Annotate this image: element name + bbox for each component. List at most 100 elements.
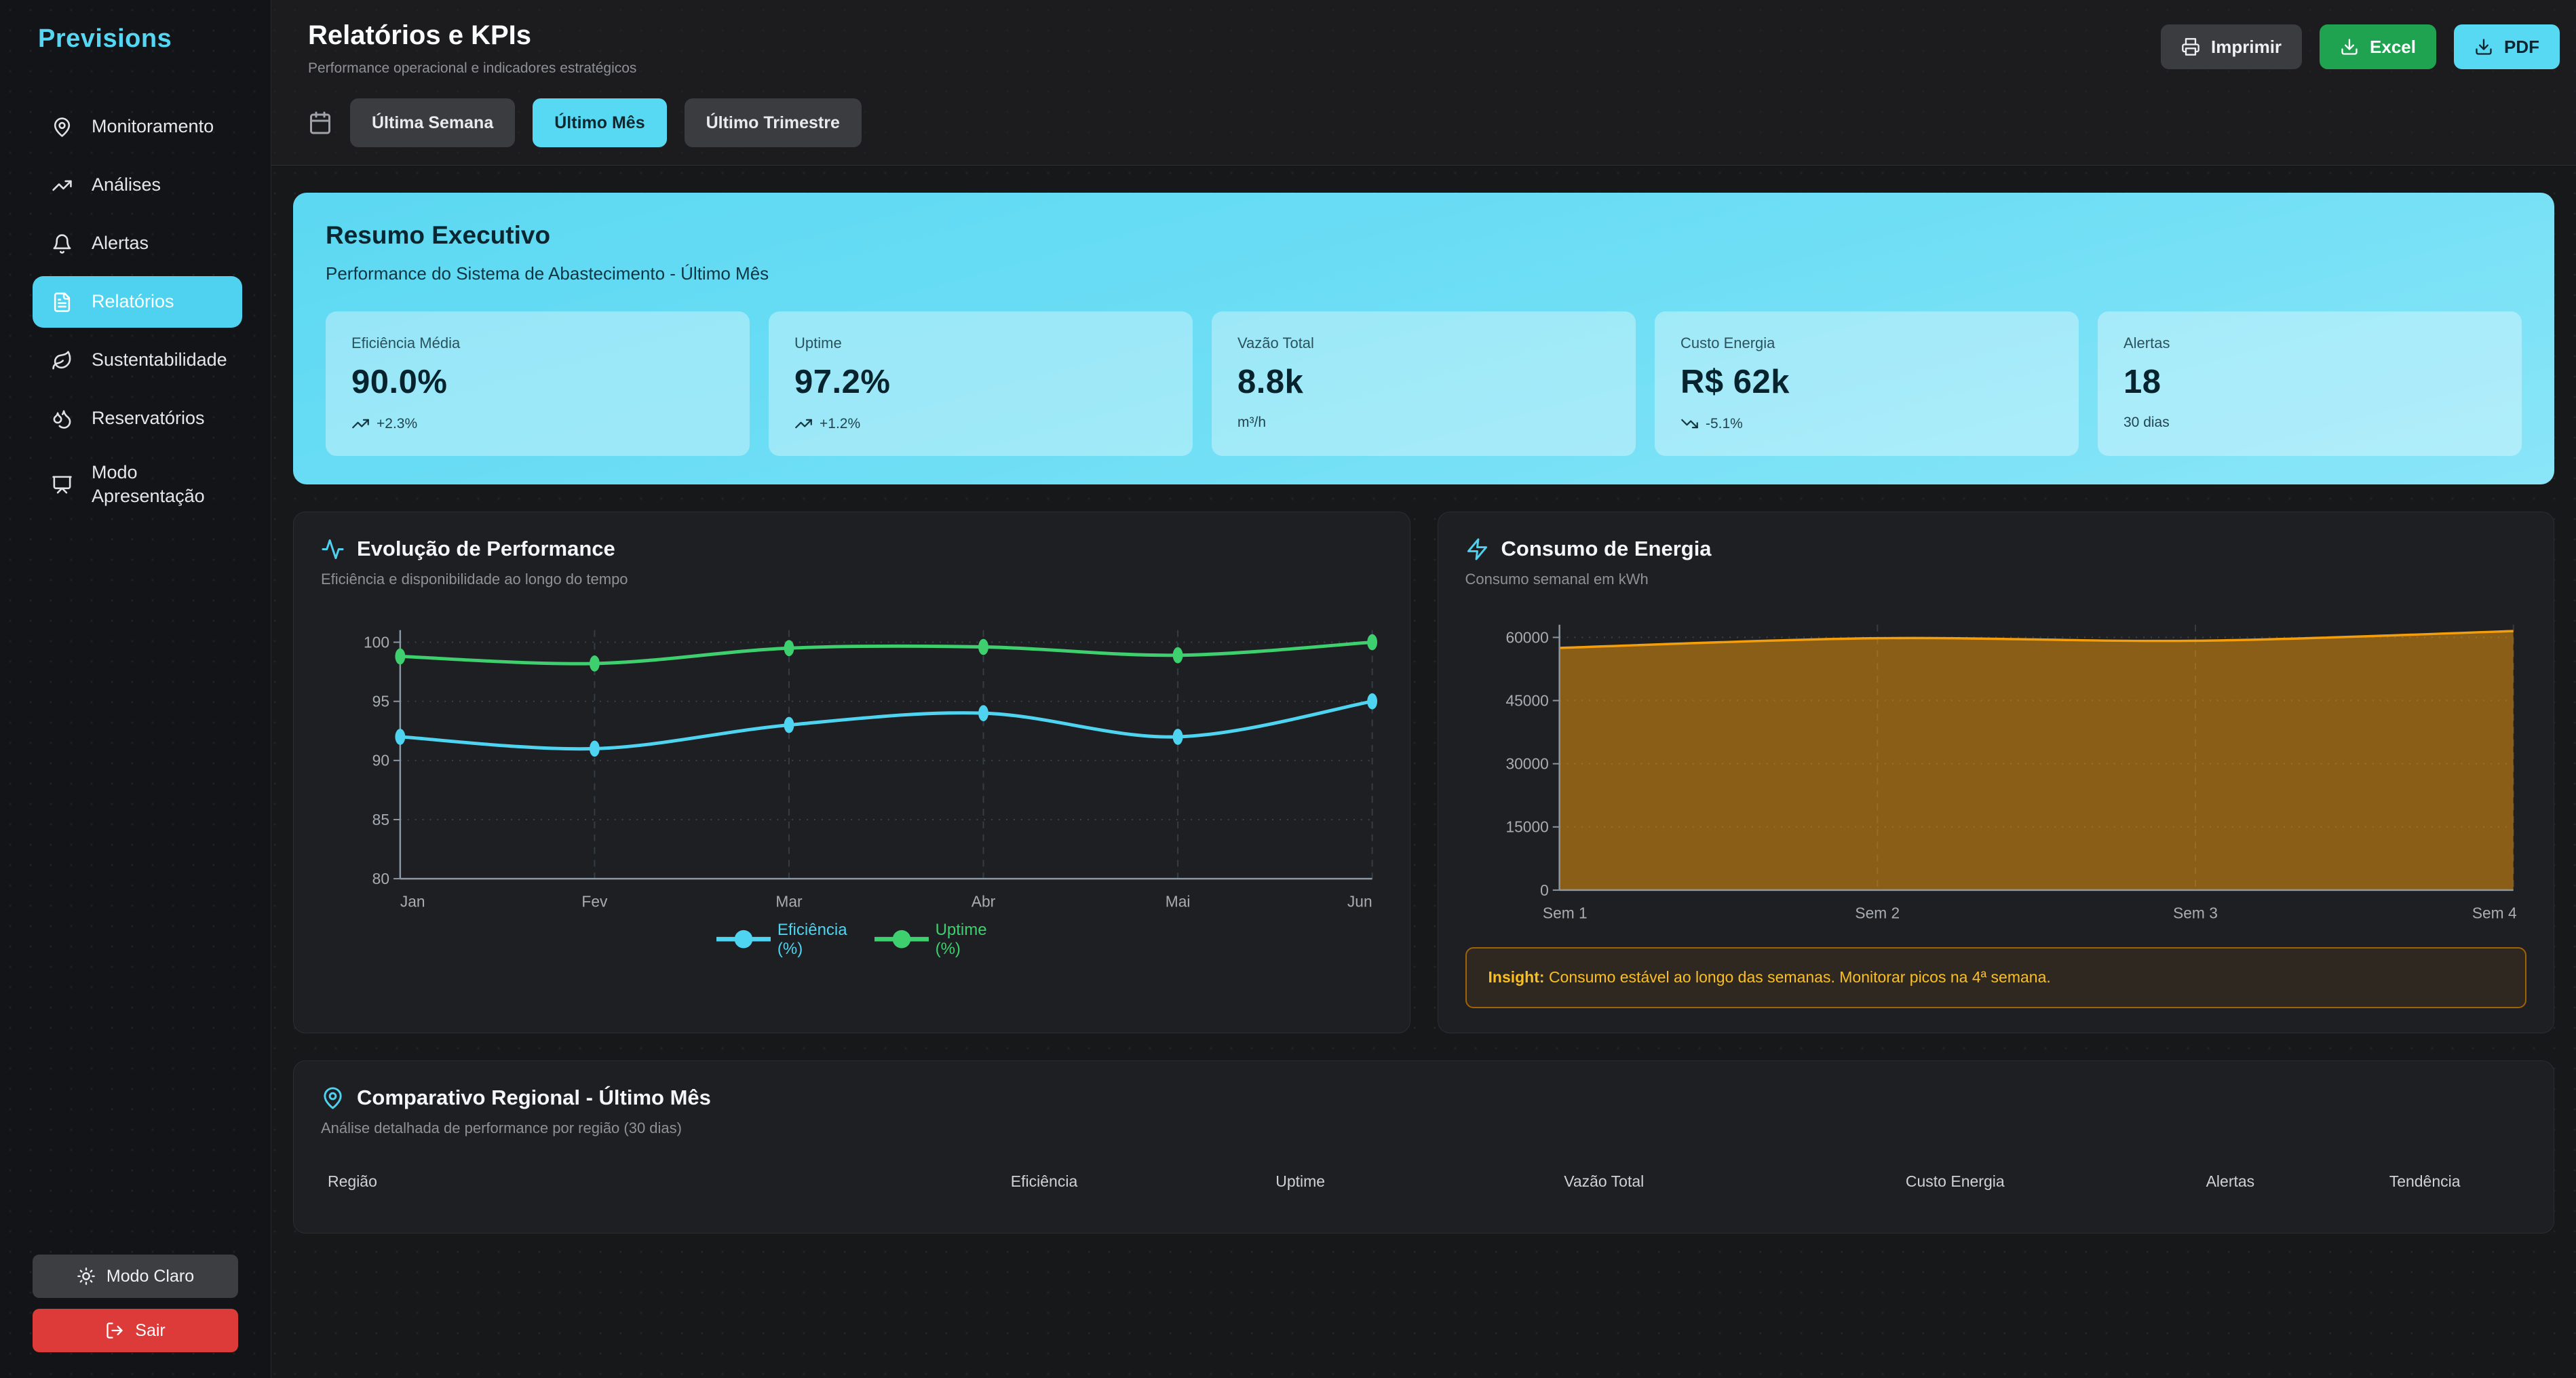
activity-icon xyxy=(321,537,345,561)
col-custo-energia: Custo Energia xyxy=(1780,1172,2131,1191)
svg-text:0: 0 xyxy=(1540,881,1549,899)
kpi-value: 8.8k xyxy=(1237,363,1610,401)
print-label: Imprimir xyxy=(2211,37,2282,58)
sidebar-item-label: Monitoramento xyxy=(92,115,214,138)
sidebar-item-analises[interactable]: Análises xyxy=(33,159,242,211)
svg-text:90: 90 xyxy=(372,752,389,769)
chart-legend: Eficiência (%) Uptime (%) xyxy=(321,921,1383,959)
trending-up-icon xyxy=(351,415,370,433)
kpi-sub-value: -5.1% xyxy=(1706,416,1743,432)
sidebar: Previsions Monitoramento Análises Alerta… xyxy=(0,0,271,1378)
sidebar-item-label: Alertas xyxy=(92,231,149,255)
kpi-card-eficiencia: Eficiência Média 90.0% +2.3% xyxy=(326,311,750,456)
kpi-row: Eficiência Média 90.0% +2.3% Uptime 97.2… xyxy=(326,311,2522,456)
chart-title: Consumo de Energia xyxy=(1501,537,1712,561)
col-vazao-total: Vazão Total xyxy=(1428,1172,1780,1191)
svg-text:Sem 4: Sem 4 xyxy=(2472,904,2516,922)
sidebar-item-label: Sustentabilidade xyxy=(92,348,227,372)
chart-subtitle: Eficiência e disponibilidade ao longo do… xyxy=(321,571,1383,588)
sidebar-item-modo-apresentacao[interactable]: Modo Apresentação xyxy=(33,451,236,518)
kpi-card-vazao: Vazão Total 8.8k m³/h xyxy=(1212,311,1636,456)
energy-chart-card: Consumo de Energia Consumo semanal em kW… xyxy=(1438,512,2555,1033)
filter-ultima-semana[interactable]: Última Semana xyxy=(350,98,515,147)
legend-item: Uptime (%) xyxy=(874,921,987,959)
sidebar-item-label: Análises xyxy=(92,173,161,197)
kpi-label: Uptime xyxy=(794,334,1167,352)
kpi-value: 97.2% xyxy=(794,363,1167,401)
summary-subtitle: Performance do Sistema de Abastecimento … xyxy=(326,263,2522,284)
insight-text: Consumo estável ao longo das semanas. Mo… xyxy=(1549,968,2051,986)
sun-icon xyxy=(77,1267,96,1286)
kpi-sub-value: +1.2% xyxy=(820,416,860,432)
file-text-icon xyxy=(52,292,73,313)
bell-icon xyxy=(52,233,73,254)
leaf-icon xyxy=(52,350,73,371)
svg-text:Abr: Abr xyxy=(972,893,996,911)
svg-text:Sem 1: Sem 1 xyxy=(1542,904,1587,922)
legend-item: Eficiência (%) xyxy=(716,921,847,959)
energy-area-chart-svg: 015000300004500060000Sem 1Sem 2Sem 3Sem … xyxy=(1465,611,2527,927)
col-uptime: Uptime xyxy=(1172,1172,1429,1191)
kpi-label: Vazão Total xyxy=(1237,334,1610,352)
map-pin-icon xyxy=(321,1086,345,1110)
kpi-sub-value: m³/h xyxy=(1237,415,1266,431)
svg-text:Sem 3: Sem 3 xyxy=(2173,904,2218,922)
table-header-row: Região Eficiência Uptime Vazão Total Cus… xyxy=(321,1160,2526,1208)
sidebar-item-sustentabilidade[interactable]: Sustentabilidade xyxy=(33,334,242,386)
printer-icon xyxy=(2181,37,2200,56)
log-out-icon xyxy=(105,1321,124,1340)
legend-marker-icon xyxy=(716,924,771,954)
export-pdf-button[interactable]: PDF xyxy=(2454,24,2560,69)
svg-text:45000: 45000 xyxy=(1505,691,1548,709)
kpi-sub-value: +2.3% xyxy=(377,416,417,432)
print-button[interactable]: Imprimir xyxy=(2161,24,2302,69)
app-logo: Previsions xyxy=(0,0,271,67)
download-icon xyxy=(2474,37,2493,56)
chart-title: Evolução de Performance xyxy=(357,537,615,561)
period-filter: Última Semana Último Mês Último Trimestr… xyxy=(308,98,2560,147)
svg-text:15000: 15000 xyxy=(1505,818,1548,836)
logout-label: Sair xyxy=(135,1321,165,1341)
kpi-value: R$ 62k xyxy=(1680,363,2053,401)
theme-toggle-button[interactable]: Modo Claro xyxy=(33,1255,238,1298)
trending-up-icon xyxy=(52,175,73,196)
sidebar-item-label: Relatórios xyxy=(92,290,174,313)
svg-text:85: 85 xyxy=(372,811,389,828)
calendar-icon xyxy=(308,111,332,135)
col-tendencia: Tendência xyxy=(2330,1172,2520,1191)
sidebar-item-relatorios[interactable]: Relatórios xyxy=(33,276,242,328)
legend-label: Uptime (%) xyxy=(936,921,987,959)
insight-label: Insight: xyxy=(1488,968,1545,986)
svg-text:30000: 30000 xyxy=(1505,755,1548,773)
energy-area-chart: 015000300004500060000Sem 1Sem 2Sem 3Sem … xyxy=(1465,611,2527,927)
legend-label: Eficiência (%) xyxy=(777,921,847,959)
page-header: Relatórios e KPIs Performance operaciona… xyxy=(271,0,2576,166)
insight-box: Insight: Consumo estável ao longo das se… xyxy=(1465,947,2527,1008)
export-excel-button[interactable]: Excel xyxy=(2320,24,2436,69)
svg-text:95: 95 xyxy=(372,693,389,710)
regional-table-card: Comparativo Regional - Último Mês Anális… xyxy=(293,1060,2554,1233)
sidebar-item-alertas[interactable]: Alertas xyxy=(33,218,242,269)
svg-text:Jan: Jan xyxy=(400,893,425,911)
kpi-label: Alertas xyxy=(2123,334,2496,352)
kpi-sub-value: 30 dias xyxy=(2123,415,2170,431)
col-regiao: Região xyxy=(328,1172,916,1191)
main-area: Relatórios e KPIs Performance operaciona… xyxy=(271,0,2576,1378)
logout-button[interactable]: Sair xyxy=(33,1309,238,1352)
svg-text:100: 100 xyxy=(364,633,389,651)
summary-title: Resumo Executivo xyxy=(326,221,2522,250)
svg-text:Jun: Jun xyxy=(1347,893,1372,911)
kpi-card-uptime: Uptime 97.2% +1.2% xyxy=(769,311,1193,456)
col-alertas: Alertas xyxy=(2131,1172,2330,1191)
kpi-label: Eficiência Média xyxy=(351,334,724,352)
kpi-card-alertas: Alertas 18 30 dias xyxy=(2098,311,2522,456)
kpi-value: 90.0% xyxy=(351,363,724,401)
filter-ultimo-trimestre[interactable]: Último Trimestre xyxy=(685,98,862,147)
trending-up-icon xyxy=(794,415,813,433)
sidebar-item-reservatorios[interactable]: Reservatórios xyxy=(33,393,242,444)
svg-text:Sem 2: Sem 2 xyxy=(1855,904,1900,922)
filter-ultimo-mes[interactable]: Último Mês xyxy=(533,98,666,147)
sidebar-footer: Modo Claro Sair xyxy=(0,1255,271,1378)
executive-summary-card: Resumo Executivo Performance do Sistema … xyxy=(293,193,2554,484)
sidebar-item-monitoramento[interactable]: Monitoramento xyxy=(33,101,242,153)
